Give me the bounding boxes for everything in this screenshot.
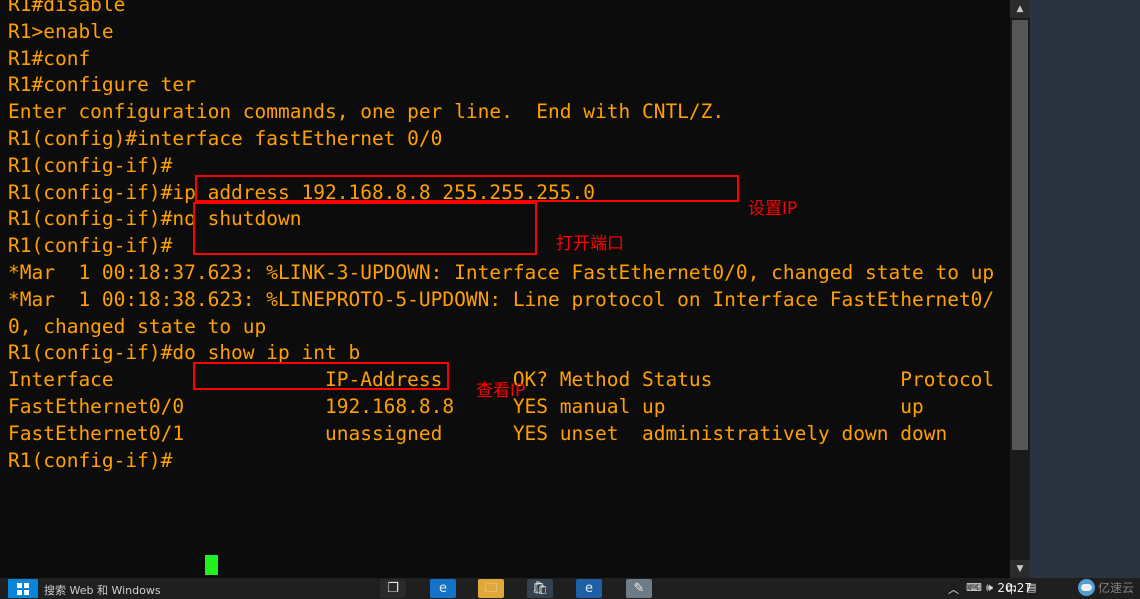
watermark: 亿速云 xyxy=(1077,577,1134,597)
packet-tracer-glyph: ✎ xyxy=(633,581,645,596)
scroll-down-arrow-icon[interactable]: ▼ xyxy=(1010,560,1030,578)
watermark-badge-icon xyxy=(1077,578,1095,596)
show-hidden-icons[interactable]: ︿ xyxy=(948,581,959,597)
annotation-label-set-ip: 设置IP xyxy=(748,199,798,219)
network-icon[interactable]: ⌨ xyxy=(966,581,982,594)
volume-icon[interactable]: 🕪 xyxy=(986,581,993,595)
watermark-text: 亿速云 xyxy=(1097,580,1134,595)
terminal-window[interactable]: R1#disable R1>enable R1#conf R1#configur… xyxy=(0,0,1010,578)
annotation-label-view-ip: 查看IP xyxy=(476,381,526,401)
store-icon[interactable]: 🛍 xyxy=(527,579,553,598)
taskbar-clock[interactable]: 20:27 xyxy=(997,579,1032,598)
file-explorer-icon[interactable]: 🗀 xyxy=(478,579,504,598)
annotation-label-open-port: 打开端口 xyxy=(556,234,624,254)
scroll-up-arrow-icon[interactable]: ▲ xyxy=(1010,0,1030,18)
terminal-scrollbar[interactable]: ▲ ▼ xyxy=(1010,0,1030,578)
task-view-glyph: ❐ xyxy=(387,581,399,596)
task-view-icon[interactable]: ❐ xyxy=(380,579,406,598)
scrollbar-thumb[interactable] xyxy=(1012,20,1028,450)
screen-root: R1#disable R1>enable R1#conf R1#configur… xyxy=(0,0,1140,599)
taskbar: 搜索 Web 和 Windows ❐ e 🗀 🛍 e ✎ ︿ ⌨ 🕪 中 ▤ 2… xyxy=(0,578,1140,599)
store-glyph: 🛍 xyxy=(531,581,549,596)
packet-tracer-icon[interactable]: ✎ xyxy=(626,579,652,598)
terminal-cursor xyxy=(205,555,218,575)
desktop-background xyxy=(1030,0,1140,578)
edge-browser-icon[interactable]: e xyxy=(430,579,456,598)
browser-icon[interactable]: e xyxy=(576,579,602,598)
edge-glyph: e xyxy=(439,581,447,596)
browser-glyph: e xyxy=(585,581,593,596)
start-button[interactable] xyxy=(8,579,38,598)
terminal-output: R1#disable R1>enable R1#conf R1#configur… xyxy=(8,0,995,472)
file-explorer-glyph: 🗀 xyxy=(484,581,498,596)
search-box[interactable]: 搜索 Web 和 Windows xyxy=(44,582,161,598)
